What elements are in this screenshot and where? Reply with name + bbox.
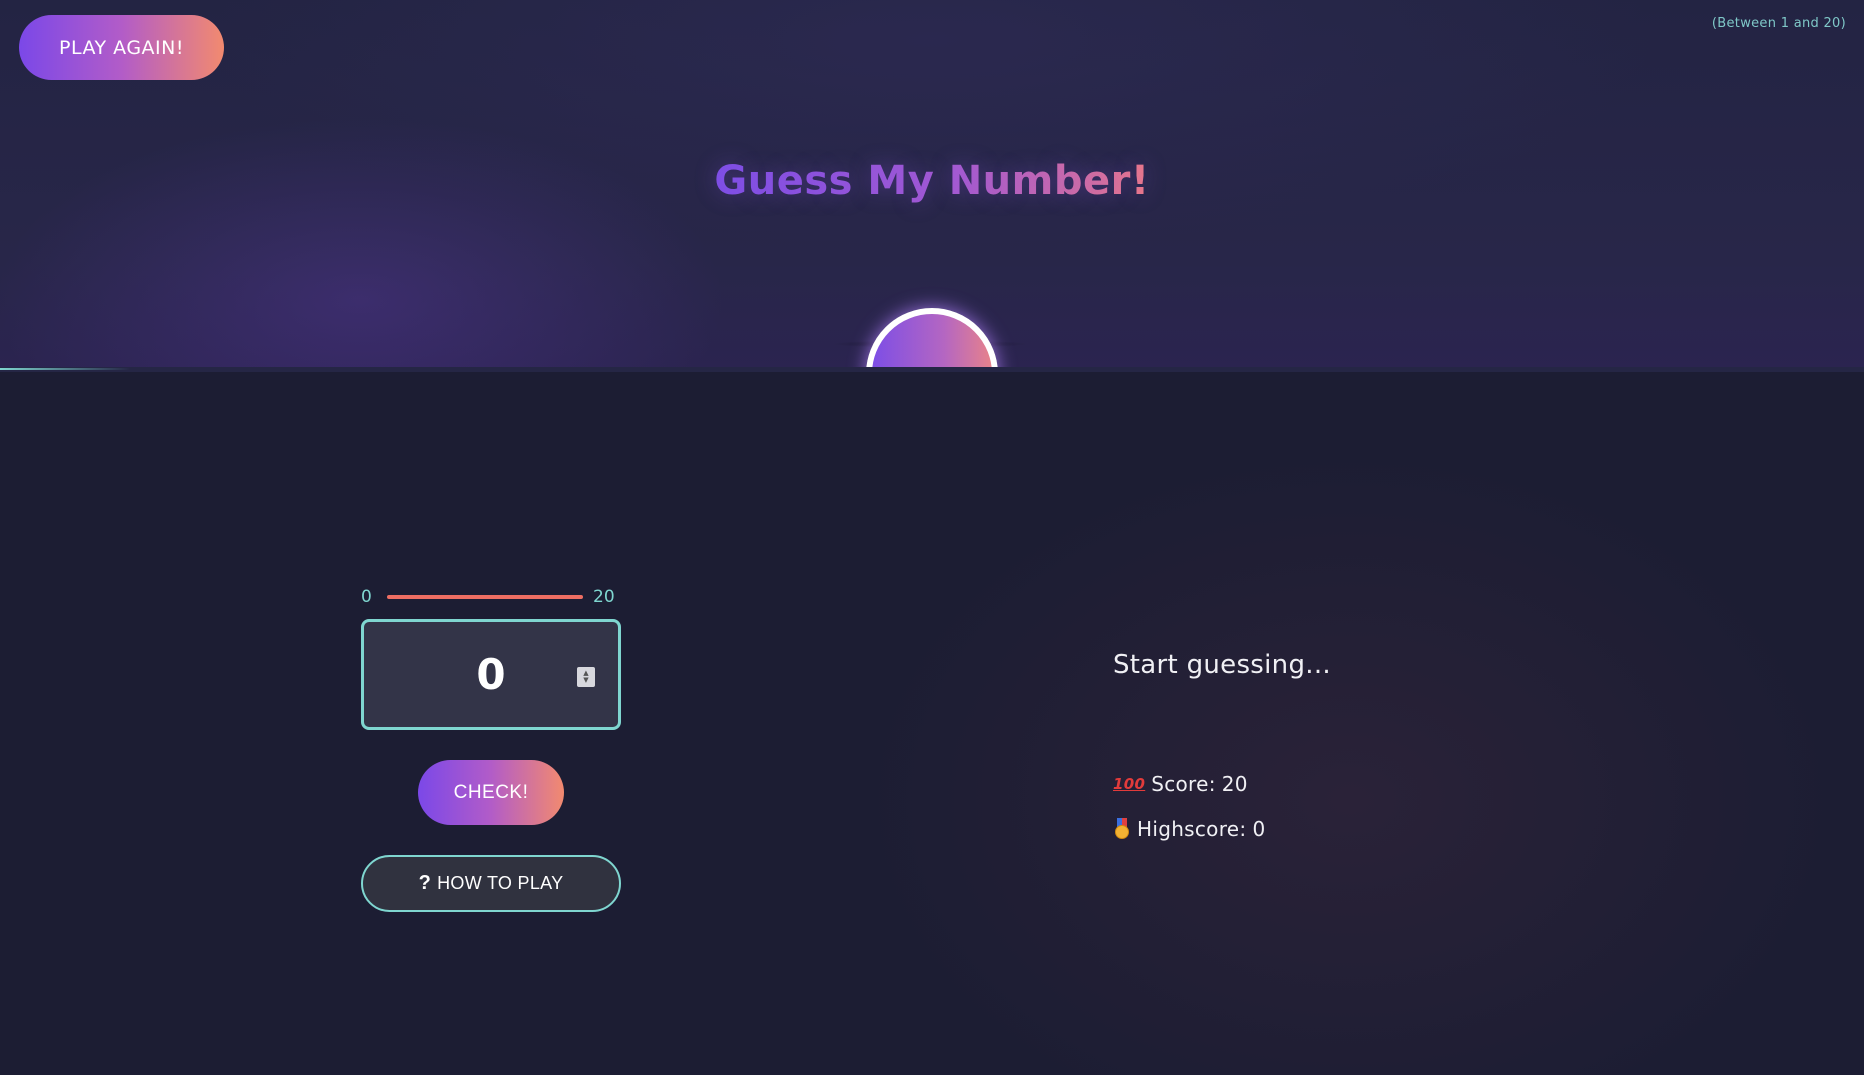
spinner-down-icon[interactable]: ▼ bbox=[583, 677, 588, 684]
play-again-button[interactable]: PLAY AGAIN! bbox=[19, 15, 224, 80]
guess-input[interactable]: 0 ▲ ▼ bbox=[361, 619, 621, 730]
score-stat: 100 Score: 20 bbox=[1113, 772, 1248, 796]
medal-icon bbox=[1113, 818, 1131, 840]
score-label: Score: bbox=[1151, 772, 1216, 796]
score-value: 20 bbox=[1221, 772, 1248, 796]
header-divider bbox=[0, 367, 1864, 372]
highscore-label: Highscore: bbox=[1137, 817, 1247, 841]
title-text: Guess My Number! bbox=[714, 158, 1150, 204]
question-icon: ? bbox=[418, 872, 432, 894]
game-page: PLAY AGAIN! (Between 1 and 20) Guess My … bbox=[0, 0, 1864, 1075]
slider-max-label: 20 bbox=[593, 587, 615, 607]
how-to-play-button[interactable]: ? HOW TO PLAY bbox=[361, 855, 621, 912]
highscore-value: 0 bbox=[1252, 817, 1266, 841]
number-spinner[interactable]: ▲ ▼ bbox=[577, 667, 595, 687]
slider-track[interactable] bbox=[387, 595, 583, 599]
highscore-stat: Highscore: 0 bbox=[1113, 817, 1265, 841]
page-title: Guess My Number! bbox=[0, 158, 1864, 204]
range-hint: (Between 1 and 20) bbox=[1711, 16, 1846, 31]
header: PLAY AGAIN! (Between 1 and 20) Guess My … bbox=[0, 0, 1864, 372]
slider-min-label: 0 bbox=[361, 587, 372, 607]
check-button[interactable]: CHECK! bbox=[418, 760, 564, 825]
status-message: Start guessing... bbox=[1113, 650, 1331, 680]
hundred-points-icon: 100 bbox=[1113, 775, 1146, 793]
header-progress-glow bbox=[0, 368, 130, 370]
range-slider[interactable]: 0 20 bbox=[361, 586, 621, 608]
how-to-play-label: HOW TO PLAY bbox=[437, 873, 564, 893]
secret-number-circle bbox=[866, 308, 998, 372]
